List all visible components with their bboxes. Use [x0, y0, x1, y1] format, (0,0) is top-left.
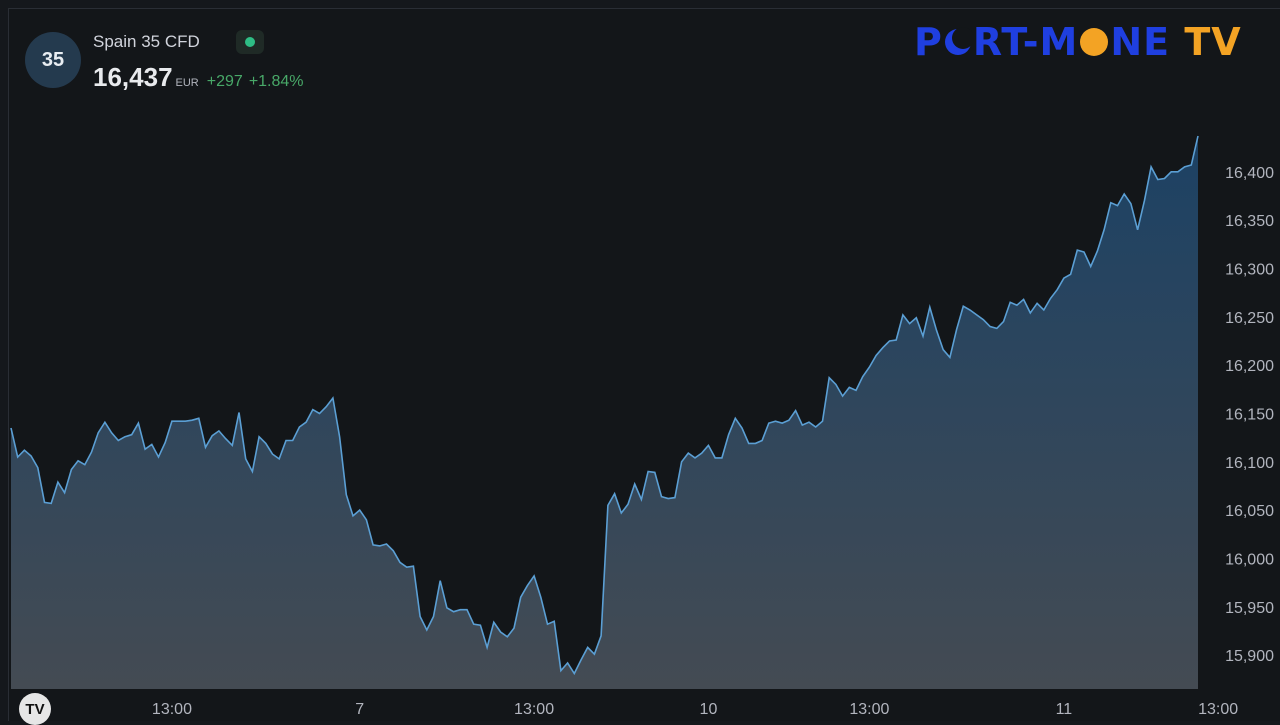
y-tick-label: 16,300 [1225, 261, 1274, 278]
y-tick-label: 16,000 [1225, 551, 1274, 568]
brand-sun-icon [1078, 20, 1110, 64]
y-tick-label: 16,350 [1225, 213, 1274, 230]
market-status-pill[interactable] [236, 30, 264, 54]
x-tick-label: 11 [1056, 701, 1073, 718]
price-change: +297 [206, 73, 243, 90]
symbol-name[interactable]: Spain 35 CFD [93, 32, 200, 52]
price-chart[interactable]: 15,900 15,950 16,000 16,050 16,100 16,150 16,2… [0, 0, 1280, 720]
y-tick-label: 16,400 [1225, 165, 1274, 182]
price-change-percent: +1.84% [248, 73, 304, 90]
x-tick-label: 13:00 [1198, 701, 1238, 718]
y-tick-label: 15,950 [1225, 600, 1274, 617]
currency-label: EUR [175, 77, 199, 89]
x-tick-label: 13:00 [849, 701, 889, 718]
x-tick-label: 13:00 [514, 701, 554, 718]
y-tick-label: 16,250 [1225, 310, 1274, 327]
x-tick-label: 7 [355, 701, 364, 718]
brand-logo: P RT-M NE TV [914, 20, 1242, 64]
price-area-fill [11, 136, 1198, 689]
y-tick-label: 16,200 [1225, 358, 1274, 375]
price-row: 16,437 EUR +297 +1.84% [93, 62, 310, 93]
x-tick-label: 13:00 [152, 701, 192, 718]
market-open-dot-icon [245, 37, 255, 47]
tradingview-logo-icon[interactable]: TV [19, 693, 51, 725]
brand-moon-icon [943, 20, 974, 64]
y-tick-label: 16,100 [1225, 455, 1274, 472]
y-tick-label: 16,150 [1225, 406, 1274, 423]
y-tick-label: 16,050 [1225, 503, 1274, 520]
x-tick-label: 10 [700, 701, 718, 718]
last-price: 16,437 [93, 62, 173, 92]
symbol-badge[interactable]: 35 [25, 32, 81, 88]
y-tick-label: 15,900 [1225, 648, 1274, 665]
